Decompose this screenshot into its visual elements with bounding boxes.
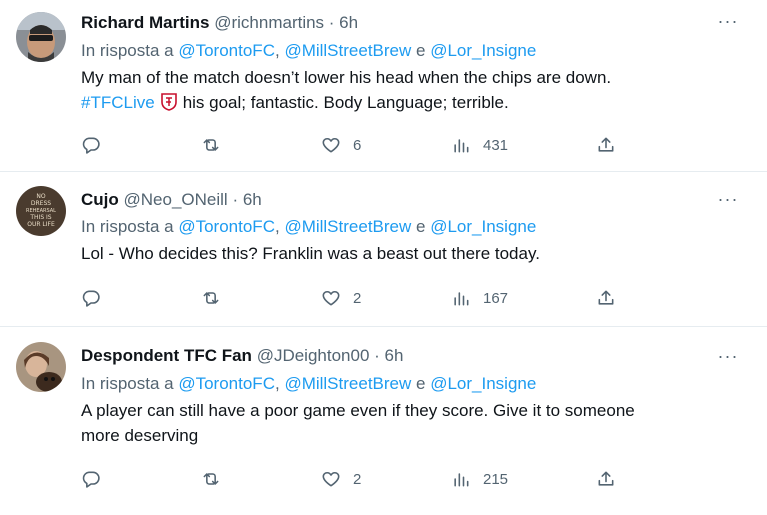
author-handle[interactable]: @richnmartins — [214, 13, 324, 32]
view-count: 167 — [483, 289, 509, 307]
share-button[interactable] — [596, 133, 616, 157]
timestamp[interactable]: · 6h — [374, 346, 403, 365]
avatar-image — [16, 12, 66, 62]
tweet-text: My man of the match doesn’t lower his he… — [81, 65, 747, 115]
tweet-actions: 6 431 — [81, 133, 747, 157]
author-handle[interactable]: @Neo_ONeill — [124, 190, 228, 209]
like-button[interactable]: 2 — [321, 286, 361, 310]
retweet-button[interactable] — [201, 133, 221, 157]
like-count: 2 — [353, 289, 362, 307]
tweet-text: A player can still have a poor game even… — [81, 398, 747, 448]
reply-prefix: In risposta a — [81, 374, 174, 393]
mention-lor-insigne[interactable]: @Lor_Insigne — [430, 374, 536, 393]
reply-context: In risposta a @TorontoFC, @MillStreetBre… — [81, 371, 747, 396]
retweet-icon — [203, 139, 219, 151]
svg-text:NO: NO — [36, 193, 45, 200]
view-count: 431 — [483, 136, 509, 154]
author-name[interactable]: Richard Martins — [81, 13, 209, 32]
like-button[interactable]: 2 — [321, 467, 361, 491]
tweet-text-rest: his goal; fantastic. Body Language; terr… — [182, 93, 509, 112]
reply-icon — [82, 137, 100, 154]
tweet-actions: 2 167 — [81, 286, 747, 310]
views-icon — [454, 473, 469, 487]
timestamp[interactable]: · 6h — [232, 190, 261, 209]
retweet-button[interactable] — [201, 286, 221, 310]
like-button[interactable]: 6 — [321, 133, 361, 157]
like-icon — [322, 471, 340, 487]
more-options-icon[interactable]: ··· — [713, 12, 743, 34]
views-button[interactable]: 215 — [451, 467, 508, 491]
views-icon — [454, 292, 469, 306]
like-count: 6 — [353, 136, 362, 154]
more-options-icon[interactable]: ··· — [713, 347, 743, 369]
share-button[interactable] — [596, 467, 616, 491]
reply-context: In risposta a @TorontoFC, @MillStreetBre… — [81, 214, 747, 239]
hashtag-tfclive[interactable]: #TFCLive — [81, 93, 155, 112]
tfc-crest-icon — [160, 93, 177, 111]
tweet-3[interactable]: Despondent TFC Fan @JDeighton00 · 6h In … — [0, 327, 767, 515]
tweet-2[interactable]: NO DRESS REHEARSAL THIS IS OUR LIFE Cujo… — [0, 172, 767, 327]
retweet-icon — [203, 473, 219, 485]
tweet-header: Cujo @Neo_ONeill · 6h — [81, 188, 747, 212]
author-name[interactable]: Cujo — [81, 190, 119, 209]
share-icon — [598, 471, 614, 486]
avatar-image — [16, 342, 66, 392]
views-icon — [454, 139, 469, 153]
views-button[interactable]: 167 — [451, 286, 508, 310]
author-handle[interactable]: @JDeighton00 — [257, 346, 370, 365]
reply-context: In risposta a @TorontoFC, @MillStreetBre… — [81, 38, 747, 63]
retweet-button[interactable] — [201, 467, 221, 491]
mention-lor-insigne[interactable]: @Lor_Insigne — [430, 41, 536, 60]
tweet-1[interactable]: Richard Martins @richnmartins · 6h In ri… — [0, 0, 767, 172]
avatar-image: NO DRESS REHEARSAL THIS IS OUR LIFE — [16, 186, 66, 236]
mention-torontofc[interactable]: @TorontoFC — [178, 217, 275, 236]
mention-millstreetbrew[interactable]: @MillStreetBrew — [284, 217, 411, 236]
tweet-text-line: My man of the match doesn’t lower his he… — [81, 68, 612, 87]
reply-button[interactable] — [81, 286, 101, 310]
like-count: 2 — [353, 470, 362, 488]
share-button[interactable] — [596, 286, 616, 310]
like-icon — [322, 137, 340, 153]
reply-conjunction: e — [416, 374, 426, 393]
timestamp[interactable]: · 6h — [329, 13, 358, 32]
avatar[interactable]: NO DRESS REHEARSAL THIS IS OUR LIFE — [16, 186, 66, 236]
more-options-icon[interactable]: ··· — [713, 190, 743, 212]
views-button[interactable]: 431 — [451, 133, 508, 157]
avatar[interactable] — [16, 342, 66, 392]
like-icon — [322, 290, 340, 306]
mention-millstreetbrew[interactable]: @MillStreetBrew — [284, 41, 411, 60]
reply-icon — [82, 471, 100, 488]
share-icon — [598, 290, 614, 305]
svg-text:DRESS: DRESS — [31, 200, 51, 207]
view-count: 215 — [483, 470, 509, 488]
reply-separator: , — [274, 374, 280, 393]
tweet-header: Richard Martins @richnmartins · 6h — [81, 11, 747, 35]
reply-separator: , — [274, 217, 280, 236]
reply-conjunction: e — [416, 217, 426, 236]
tweet-text: Lol - Who decides this? Franklin was a b… — [81, 244, 540, 263]
tweet-text-line: A player can still have a poor game even… — [81, 401, 635, 420]
avatar[interactable] — [16, 12, 66, 62]
reply-separator: , — [274, 41, 280, 60]
reply-conjunction: e — [416, 41, 426, 60]
svg-text:THIS IS: THIS IS — [29, 214, 51, 221]
reply-button[interactable] — [81, 467, 101, 491]
mention-torontofc[interactable]: @TorontoFC — [178, 41, 275, 60]
reply-button[interactable] — [81, 133, 101, 157]
mention-torontofc[interactable]: @TorontoFC — [178, 374, 275, 393]
reply-icon — [82, 290, 100, 307]
reply-prefix: In risposta a — [81, 41, 174, 60]
tweet-header: Despondent TFC Fan @JDeighton00 · 6h — [81, 344, 747, 368]
svg-text:OUR LIFE: OUR LIFE — [27, 221, 55, 228]
tweet-actions: 2 215 — [81, 467, 747, 491]
author-name[interactable]: Despondent TFC Fan — [81, 346, 252, 365]
reply-prefix: In risposta a — [81, 217, 174, 236]
mention-lor-insigne[interactable]: @Lor_Insigne — [430, 217, 536, 236]
mention-millstreetbrew[interactable]: @MillStreetBrew — [284, 374, 411, 393]
retweet-icon — [203, 292, 219, 304]
tweet-text-line: #TFCLive his goal; fantastic. Body Langua… — [81, 90, 747, 115]
share-icon — [598, 137, 614, 152]
tweet-text-line: more deserving — [81, 426, 199, 445]
